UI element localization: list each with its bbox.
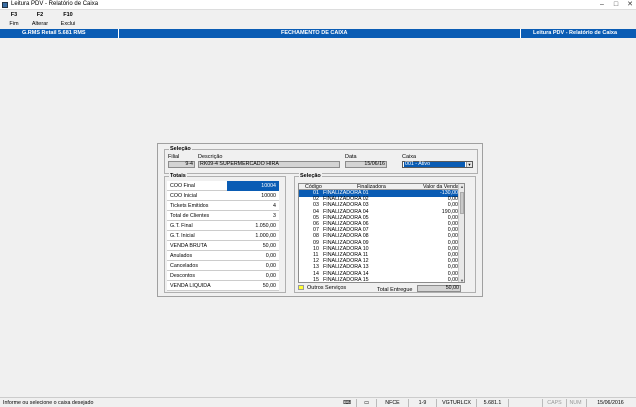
minimize-icon[interactable]: – bbox=[598, 1, 606, 9]
totals-label: VENDA BRUTA bbox=[170, 243, 207, 249]
close-icon[interactable]: ✕ bbox=[626, 1, 634, 9]
caixa-selected-value: 001 - Ativo bbox=[404, 161, 465, 167]
app-icon bbox=[2, 2, 8, 8]
cell-codigo: 15 bbox=[313, 276, 319, 283]
exclui-label: Exclui bbox=[60, 21, 76, 27]
toolbar: F3 Fim F2 Alterar F10 Exclui bbox=[0, 10, 636, 29]
scroll-up-icon[interactable]: ▲ bbox=[459, 184, 464, 190]
header-module-title: Leitura PDV - Relatório de Caixa bbox=[533, 30, 618, 36]
window-titlebar: Leitura PDV - Relatório de Caixa – □ ✕ bbox=[0, 0, 636, 10]
totals-label: VENDA LIQUIDA bbox=[170, 283, 211, 289]
totals-value: 4 bbox=[273, 203, 276, 209]
keyboard-icon: ⌨ bbox=[343, 400, 351, 406]
totals-value: 1.050,00 bbox=[255, 223, 276, 229]
totais-group: Totais COO Final 10004 COO Inicial 10000 Tic… bbox=[164, 173, 286, 293]
status-nfce: NFCE bbox=[376, 399, 408, 407]
header-divider bbox=[520, 29, 521, 38]
selecao-group: Seleção Filial 9-4 Descrição RK09-4 SUPE… bbox=[164, 146, 478, 174]
totals-label: Descontos bbox=[170, 273, 196, 279]
finalizadoras-group: Seleção Código Finalizadora Valor da Ven… bbox=[294, 173, 476, 293]
descricao-field[interactable]: RK09-4 SUPERMERCADO HIRA bbox=[198, 161, 340, 168]
status-user: VGTURLCX bbox=[436, 399, 476, 407]
totals-row: COO Final 10004 bbox=[167, 181, 279, 191]
alterar-button[interactable]: F2 Alterar bbox=[29, 12, 51, 27]
totals-label: G.T. Final bbox=[170, 223, 193, 229]
status-caps: CAPS bbox=[542, 399, 566, 407]
caixa-select[interactable]: 001 - Ativo ▼ bbox=[402, 161, 473, 168]
finalizadoras-title: Seleção bbox=[299, 173, 322, 179]
totals-value: 0,00 bbox=[265, 253, 276, 259]
filial-field[interactable]: 9-4 bbox=[168, 161, 195, 168]
statusbar: Informe ou selecione o caixa desejado ⌨ … bbox=[0, 397, 636, 407]
scroll-down-icon[interactable]: ▼ bbox=[459, 278, 464, 282]
alterar-key: F2 bbox=[36, 12, 44, 18]
filial-label: Filial bbox=[168, 154, 180, 160]
window-title: Leitura PDV - Relatório de Caixa bbox=[11, 1, 99, 7]
totais-title: Totais bbox=[169, 173, 187, 179]
cell-valor: 0,00 bbox=[447, 276, 458, 283]
chevron-down-icon[interactable]: ▼ bbox=[466, 162, 472, 167]
status-message: Informe ou selecione o caixa desejado bbox=[3, 400, 94, 406]
totals-value: 3 bbox=[273, 213, 276, 219]
totals-row: Tickets Emitidos 4 bbox=[167, 201, 279, 211]
status-terminal: 1-9 bbox=[408, 399, 436, 407]
totals-value: 10004 bbox=[261, 183, 276, 189]
status-num: NUM bbox=[566, 399, 584, 407]
scroll-thumb[interactable] bbox=[460, 192, 464, 214]
caixa-label: Caixa bbox=[402, 154, 417, 160]
totals-label: Tickets Emitidos bbox=[170, 203, 209, 209]
totals-row: Anulados 0,00 bbox=[167, 251, 279, 261]
header-app-name: G.RMS Retail 5.681 RMS bbox=[22, 30, 86, 36]
cell-finalizadora: FINALIZADORA 15 bbox=[323, 276, 369, 283]
data-label: Data bbox=[345, 154, 357, 160]
header-bar: G.RMS Retail 5.681 RMS FECHAMENTO DE CAI… bbox=[0, 29, 636, 38]
totals-value: 50,00 bbox=[262, 243, 276, 249]
monitor-icon: ▭ bbox=[356, 399, 376, 407]
totals-label: Total de Clientes bbox=[170, 213, 210, 219]
fechamento-dialog: Seleção Filial 9-4 Descrição RK09-4 SUPE… bbox=[157, 143, 483, 297]
alterar-label: Alterar bbox=[31, 21, 49, 27]
table-scrollbar[interactable]: ▲ ▼ bbox=[458, 184, 464, 282]
exclui-key: F10 bbox=[63, 12, 73, 18]
totals-value: 0,00 bbox=[265, 273, 276, 279]
fim-button[interactable]: F3 Fim bbox=[3, 12, 25, 27]
totals-value: 10000 bbox=[261, 193, 276, 199]
descricao-label: Descrição bbox=[198, 154, 223, 160]
maximize-icon[interactable]: □ bbox=[612, 1, 620, 9]
totals-row: VENDA LIQUIDA 50,00 bbox=[167, 281, 279, 291]
exclui-button[interactable]: F10 Exclui bbox=[57, 12, 79, 27]
status-date: 15/06/2016 bbox=[586, 399, 634, 407]
totals-row: Descontos 0,00 bbox=[167, 271, 279, 281]
totals-value: 50,00 bbox=[262, 283, 276, 289]
totals-label: Cancelados bbox=[170, 263, 198, 269]
total-entregue-field: 50,00 bbox=[417, 285, 461, 292]
selecao-title: Seleção bbox=[169, 146, 192, 152]
totals-label: Anulados bbox=[170, 253, 193, 259]
total-entregue-label: Total Entregue bbox=[377, 287, 413, 293]
table-row[interactable]: 15 FINALIZADORA 15 0,00 bbox=[299, 276, 460, 283]
finalizadoras-table[interactable]: Código Finalizadora Valor da Venda 01 FIN… bbox=[298, 183, 465, 283]
legend-swatch bbox=[298, 285, 304, 290]
totals-row: COO Inicial 10000 bbox=[167, 191, 279, 201]
totals-label: COO Final bbox=[170, 183, 196, 189]
totals-value: 1.000,00 bbox=[255, 233, 276, 239]
fim-key: F3 bbox=[10, 12, 18, 18]
totals-row: Total de Clientes 3 bbox=[167, 211, 279, 221]
totals-row: G.T. Final 1.050,00 bbox=[167, 221, 279, 231]
totals-row: Cancelados 0,00 bbox=[167, 261, 279, 271]
totals-label: G.T. Inicial bbox=[170, 233, 195, 239]
header-divider bbox=[118, 29, 119, 38]
header-screen-title: FECHAMENTO DE CAIXA bbox=[281, 30, 348, 36]
data-field[interactable]: 15/06/16 bbox=[345, 161, 387, 168]
status-empty bbox=[508, 399, 542, 407]
fim-label: Fim bbox=[9, 21, 19, 27]
totals-row: G.T. Inicial 1.000,00 bbox=[167, 231, 279, 241]
totals-value: 0,00 bbox=[265, 263, 276, 269]
status-version: 5.681.1 bbox=[476, 399, 508, 407]
totals-row: VENDA BRUTA 50,00 bbox=[167, 241, 279, 251]
totals-label: COO Inicial bbox=[170, 193, 198, 199]
legend-label: Outros Serviços bbox=[307, 285, 347, 291]
